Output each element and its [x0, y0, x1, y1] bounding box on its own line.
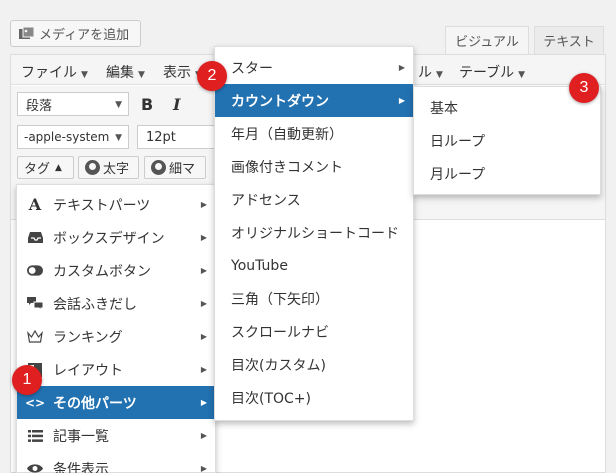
submenu-item-image-comment[interactable]: 画像付きコメント: [215, 150, 413, 183]
menu-edit[interactable]: 編集 ▼: [106, 62, 145, 82]
menu-item-custom-button[interactable]: カスタムボタン ▶: [17, 254, 215, 287]
step-badge-2: 2: [197, 61, 227, 91]
menu-item-article-list[interactable]: 記事一覧 ▶: [17, 419, 215, 452]
countdown-item-daily-loop[interactable]: 日ループ: [414, 124, 600, 157]
menu-item-box-design[interactable]: ボックスデザイン ▶: [17, 221, 215, 254]
tab-text[interactable]: テキスト: [534, 26, 604, 55]
chevron-right-icon: ▶: [200, 431, 207, 440]
countdown-submenu: 基本 日ループ 月ループ: [413, 86, 601, 195]
submenu-item-youtube[interactable]: YouTube: [215, 249, 413, 282]
menu-item-text-parts[interactable]: A テキストパーツ ▶: [17, 188, 215, 221]
font-size-select[interactable]: 12pt: [137, 125, 217, 149]
menu-view[interactable]: 表示▼: [163, 62, 202, 82]
code-icon: <>: [24, 395, 46, 410]
tab-visual[interactable]: ビジュアル: [445, 26, 529, 55]
countdown-item-monthly-loop[interactable]: 月ループ: [414, 157, 600, 190]
menu-item-conditional-display[interactable]: 条件表示 ▶: [17, 452, 215, 473]
italic-button[interactable]: I: [173, 95, 180, 114]
bold-button[interactable]: B: [141, 95, 153, 114]
bold-quicktag-button[interactable]: 太字: [78, 156, 139, 179]
menu-item-other-parts[interactable]: <> その他パーツ ▶: [17, 386, 215, 419]
chevron-right-icon: ▶: [200, 299, 207, 308]
add-media-label: メディアを追加: [39, 28, 130, 43]
caret-down-icon: ▼: [81, 70, 88, 80]
inbox-icon: [27, 230, 43, 246]
crown-icon: [27, 329, 43, 345]
submenu-item-toc-custom[interactable]: 目次(カスタム): [215, 348, 413, 381]
menu-table[interactable]: テーブル ▼: [459, 62, 525, 82]
submenu-item-toc-plus[interactable]: 目次(TOC+): [215, 381, 413, 414]
chevron-right-icon: ▶: [200, 398, 207, 407]
format-select[interactable]: 段落 ▼: [17, 92, 129, 116]
add-media-button[interactable]: メディアを追加: [10, 20, 141, 47]
menu-file[interactable]: ファイル ▼: [21, 62, 88, 82]
submenu-item-year-month[interactable]: 年月（自動更新）: [215, 117, 413, 150]
caret-down-icon: ▼: [518, 70, 526, 80]
chat-bubble-icon: [27, 296, 43, 312]
chevron-right-icon: ▶: [200, 266, 207, 275]
person-icon: [151, 160, 166, 175]
chevron-right-icon: ▶: [200, 365, 207, 374]
toggle-icon: [27, 263, 43, 279]
chevron-right-icon: ▶: [200, 233, 207, 242]
submenu-item-original-shortcode[interactable]: オリジナルショートコード: [215, 216, 413, 249]
thin-quicktag-button[interactable]: 細マ: [144, 156, 206, 179]
menu-item-layout[interactable]: レイアウト ▶: [17, 353, 215, 386]
caret-down-icon: ▼: [115, 133, 122, 143]
menu-tools[interactable]: ル ▼: [418, 62, 443, 82]
submenu-item-adsense[interactable]: アドセンス: [215, 183, 413, 216]
eye-icon: [27, 461, 43, 473]
caret-down-icon: ▼: [115, 100, 122, 110]
step-badge-3: 3: [569, 73, 599, 103]
text-icon: A: [28, 195, 42, 214]
font-family-select[interactable]: -apple-system ▼: [17, 125, 129, 149]
menu-item-speech-bubble[interactable]: 会話ふきだし ▶: [17, 287, 215, 320]
chevron-right-icon: ▶: [200, 464, 207, 473]
person-icon: [85, 160, 100, 175]
list-icon: [27, 428, 43, 444]
menu-item-ranking[interactable]: ランキング ▶: [17, 320, 215, 353]
tag-dropdown-button[interactable]: タグ ▲: [17, 156, 74, 179]
other-parts-submenu: スター ▶ カウントダウン ▶ 年月（自動更新） 画像付きコメント アドセンス オリ…: [214, 46, 414, 421]
submenu-item-countdown[interactable]: カウントダウン ▶: [215, 84, 413, 117]
step-badge-1: 1: [12, 365, 42, 395]
caret-down-icon: ▼: [436, 70, 443, 80]
chevron-right-icon: ▶: [398, 63, 405, 72]
tag-menu: A テキストパーツ ▶ ボックスデザイン ▶ カスタムボタン ▶ 会話ふきだし ▶ ラン…: [16, 184, 216, 473]
media-icon: [19, 26, 35, 39]
caret-up-icon: ▲: [55, 162, 62, 173]
submenu-item-star[interactable]: スター ▶: [215, 51, 413, 84]
caret-down-icon: ▼: [138, 70, 145, 80]
chevron-right-icon: ▶: [398, 96, 405, 105]
submenu-item-scroll-nav[interactable]: スクロールナビ: [215, 315, 413, 348]
chevron-right-icon: ▶: [200, 200, 207, 209]
submenu-item-triangle[interactable]: 三角（下矢印）: [215, 282, 413, 315]
chevron-right-icon: ▶: [200, 332, 207, 341]
